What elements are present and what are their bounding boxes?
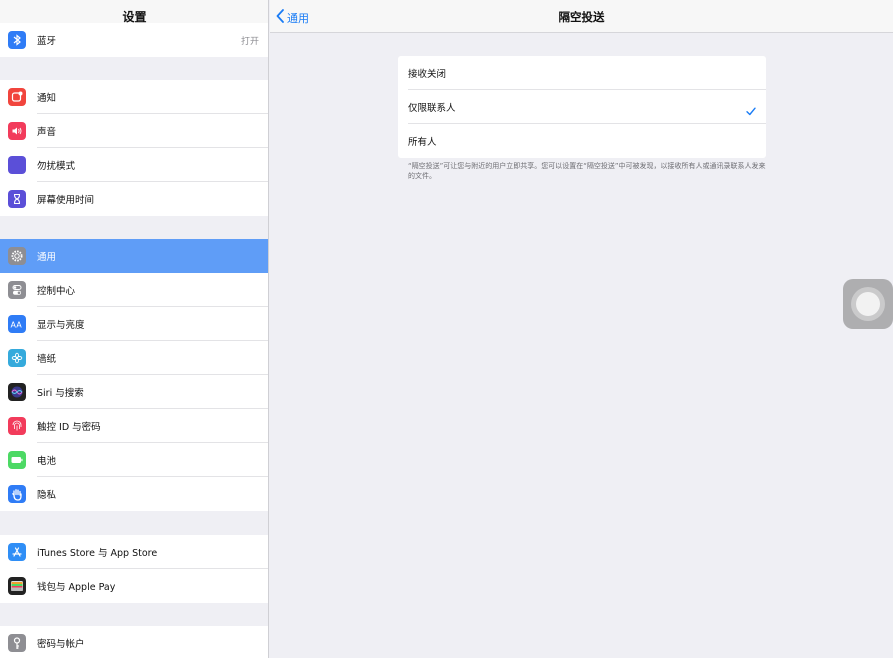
- settings-sidebar: 设置 蓝牙 打开 通知 声音 勿扰模式 屏幕使用时间 通用 控制中心 AA 显示…: [0, 0, 269, 658]
- display-icon: AA: [8, 315, 26, 333]
- notifications-icon: [8, 88, 26, 106]
- sidebar-item-notifications[interactable]: 通知: [0, 80, 268, 114]
- sidebar-title: 设置: [122, 9, 147, 24]
- sidebar-item-label: 触控 ID 与密码: [37, 422, 101, 433]
- sidebar-item-control-center[interactable]: 控制中心: [0, 273, 268, 307]
- gear-icon: [8, 247, 26, 265]
- airdrop-footnote: “隔空投送”可让您与附近的用户立即共享。您可以设置在“隔空投送”中可被发现，以接…: [408, 162, 766, 180]
- siri-icon: [8, 383, 26, 401]
- airdrop-options-list: 接收关闭 仅限联系人 所有人: [398, 56, 766, 158]
- option-label: 所有人: [408, 137, 437, 148]
- sidebar-item-screentime[interactable]: 屏幕使用时间: [0, 182, 268, 216]
- sidebar-item-label: 隐私: [37, 490, 57, 501]
- sidebar-item-general[interactable]: 通用: [0, 239, 268, 273]
- sidebar-item-label: 蓝牙: [37, 36, 57, 47]
- wallet-icon: [8, 577, 26, 595]
- sidebar-item-label: iTunes Store 与 App Store: [37, 548, 158, 559]
- wallpaper-icon: [8, 349, 26, 367]
- sidebar-item-dnd[interactable]: 勿扰模式: [0, 148, 268, 182]
- sidebar-item-wallpaper[interactable]: 墙纸: [0, 341, 268, 375]
- sidebar-item-label: 勿扰模式: [37, 161, 76, 172]
- page-title: 隔空投送: [558, 10, 605, 24]
- sidebar-item-itunes-appstore[interactable]: iTunes Store 与 App Store: [0, 535, 268, 569]
- sidebar-item-sounds[interactable]: 声音: [0, 114, 268, 148]
- sidebar-item-label: 控制中心: [37, 286, 76, 297]
- sidebar-item-passwords[interactable]: 密码与帐户: [0, 626, 268, 658]
- sidebar-item-label: 墙纸: [37, 354, 57, 365]
- option-label: 接收关闭: [408, 69, 447, 80]
- key-icon: [8, 634, 26, 652]
- appstore-icon: [8, 543, 26, 561]
- sidebar-item-battery[interactable]: 电池: [0, 443, 268, 477]
- sidebar-item-label: 钱包与 Apple Pay: [37, 582, 116, 593]
- checkmark-icon: [746, 101, 756, 120]
- option-receiving-off[interactable]: 接收关闭: [398, 56, 766, 90]
- sidebar-item-touchid[interactable]: 触控 ID 与密码: [0, 409, 268, 443]
- sidebar-item-label: 电池: [37, 456, 57, 467]
- hand-icon: [8, 485, 26, 503]
- sidebar-item-label: 显示与亮度: [37, 320, 85, 331]
- sidebar-item-label: 密码与帐户: [37, 639, 85, 650]
- assistive-touch-button[interactable]: [843, 279, 893, 329]
- sidebar-item-label: 声音: [37, 127, 57, 138]
- nav-bar: 通用 隔空投送: [270, 0, 893, 33]
- hourglass-icon: [8, 190, 26, 208]
- svg-text:AA: AA: [11, 321, 23, 330]
- battery-icon: [8, 451, 26, 469]
- assistive-touch-icon: [851, 287, 885, 321]
- sidebar-item-label: 屏幕使用时间: [37, 195, 95, 206]
- sidebar-item-label: 通知: [37, 93, 57, 104]
- sidebar-item-siri[interactable]: Siri 与搜索: [0, 375, 268, 409]
- sidebar-item-wallet[interactable]: 钱包与 Apple Pay: [0, 569, 268, 603]
- fingerprint-icon: [8, 417, 26, 435]
- option-label: 仅限联系人: [408, 103, 456, 114]
- option-everyone[interactable]: 所有人: [398, 124, 766, 158]
- toggles-icon: [8, 281, 26, 299]
- option-contacts-only[interactable]: 仅限联系人: [398, 90, 766, 124]
- bluetooth-icon: [8, 31, 26, 49]
- airdrop-detail-pane: 通用 隔空投送 接收关闭 仅限联系人 所有人 “隔空投送”可让您与附近的用户立即…: [270, 0, 893, 658]
- sidebar-item-display[interactable]: AA 显示与亮度: [0, 307, 268, 341]
- sidebar-item-label: 通用: [37, 252, 57, 263]
- sidebar-item-bluetooth[interactable]: 蓝牙 打开: [0, 23, 268, 57]
- sounds-icon: [8, 122, 26, 140]
- sidebar-item-privacy[interactable]: 隐私: [0, 477, 268, 511]
- sidebar-item-label: Siri 与搜索: [37, 388, 84, 399]
- moon-icon: [8, 156, 26, 174]
- bluetooth-status: 打开: [240, 36, 259, 47]
